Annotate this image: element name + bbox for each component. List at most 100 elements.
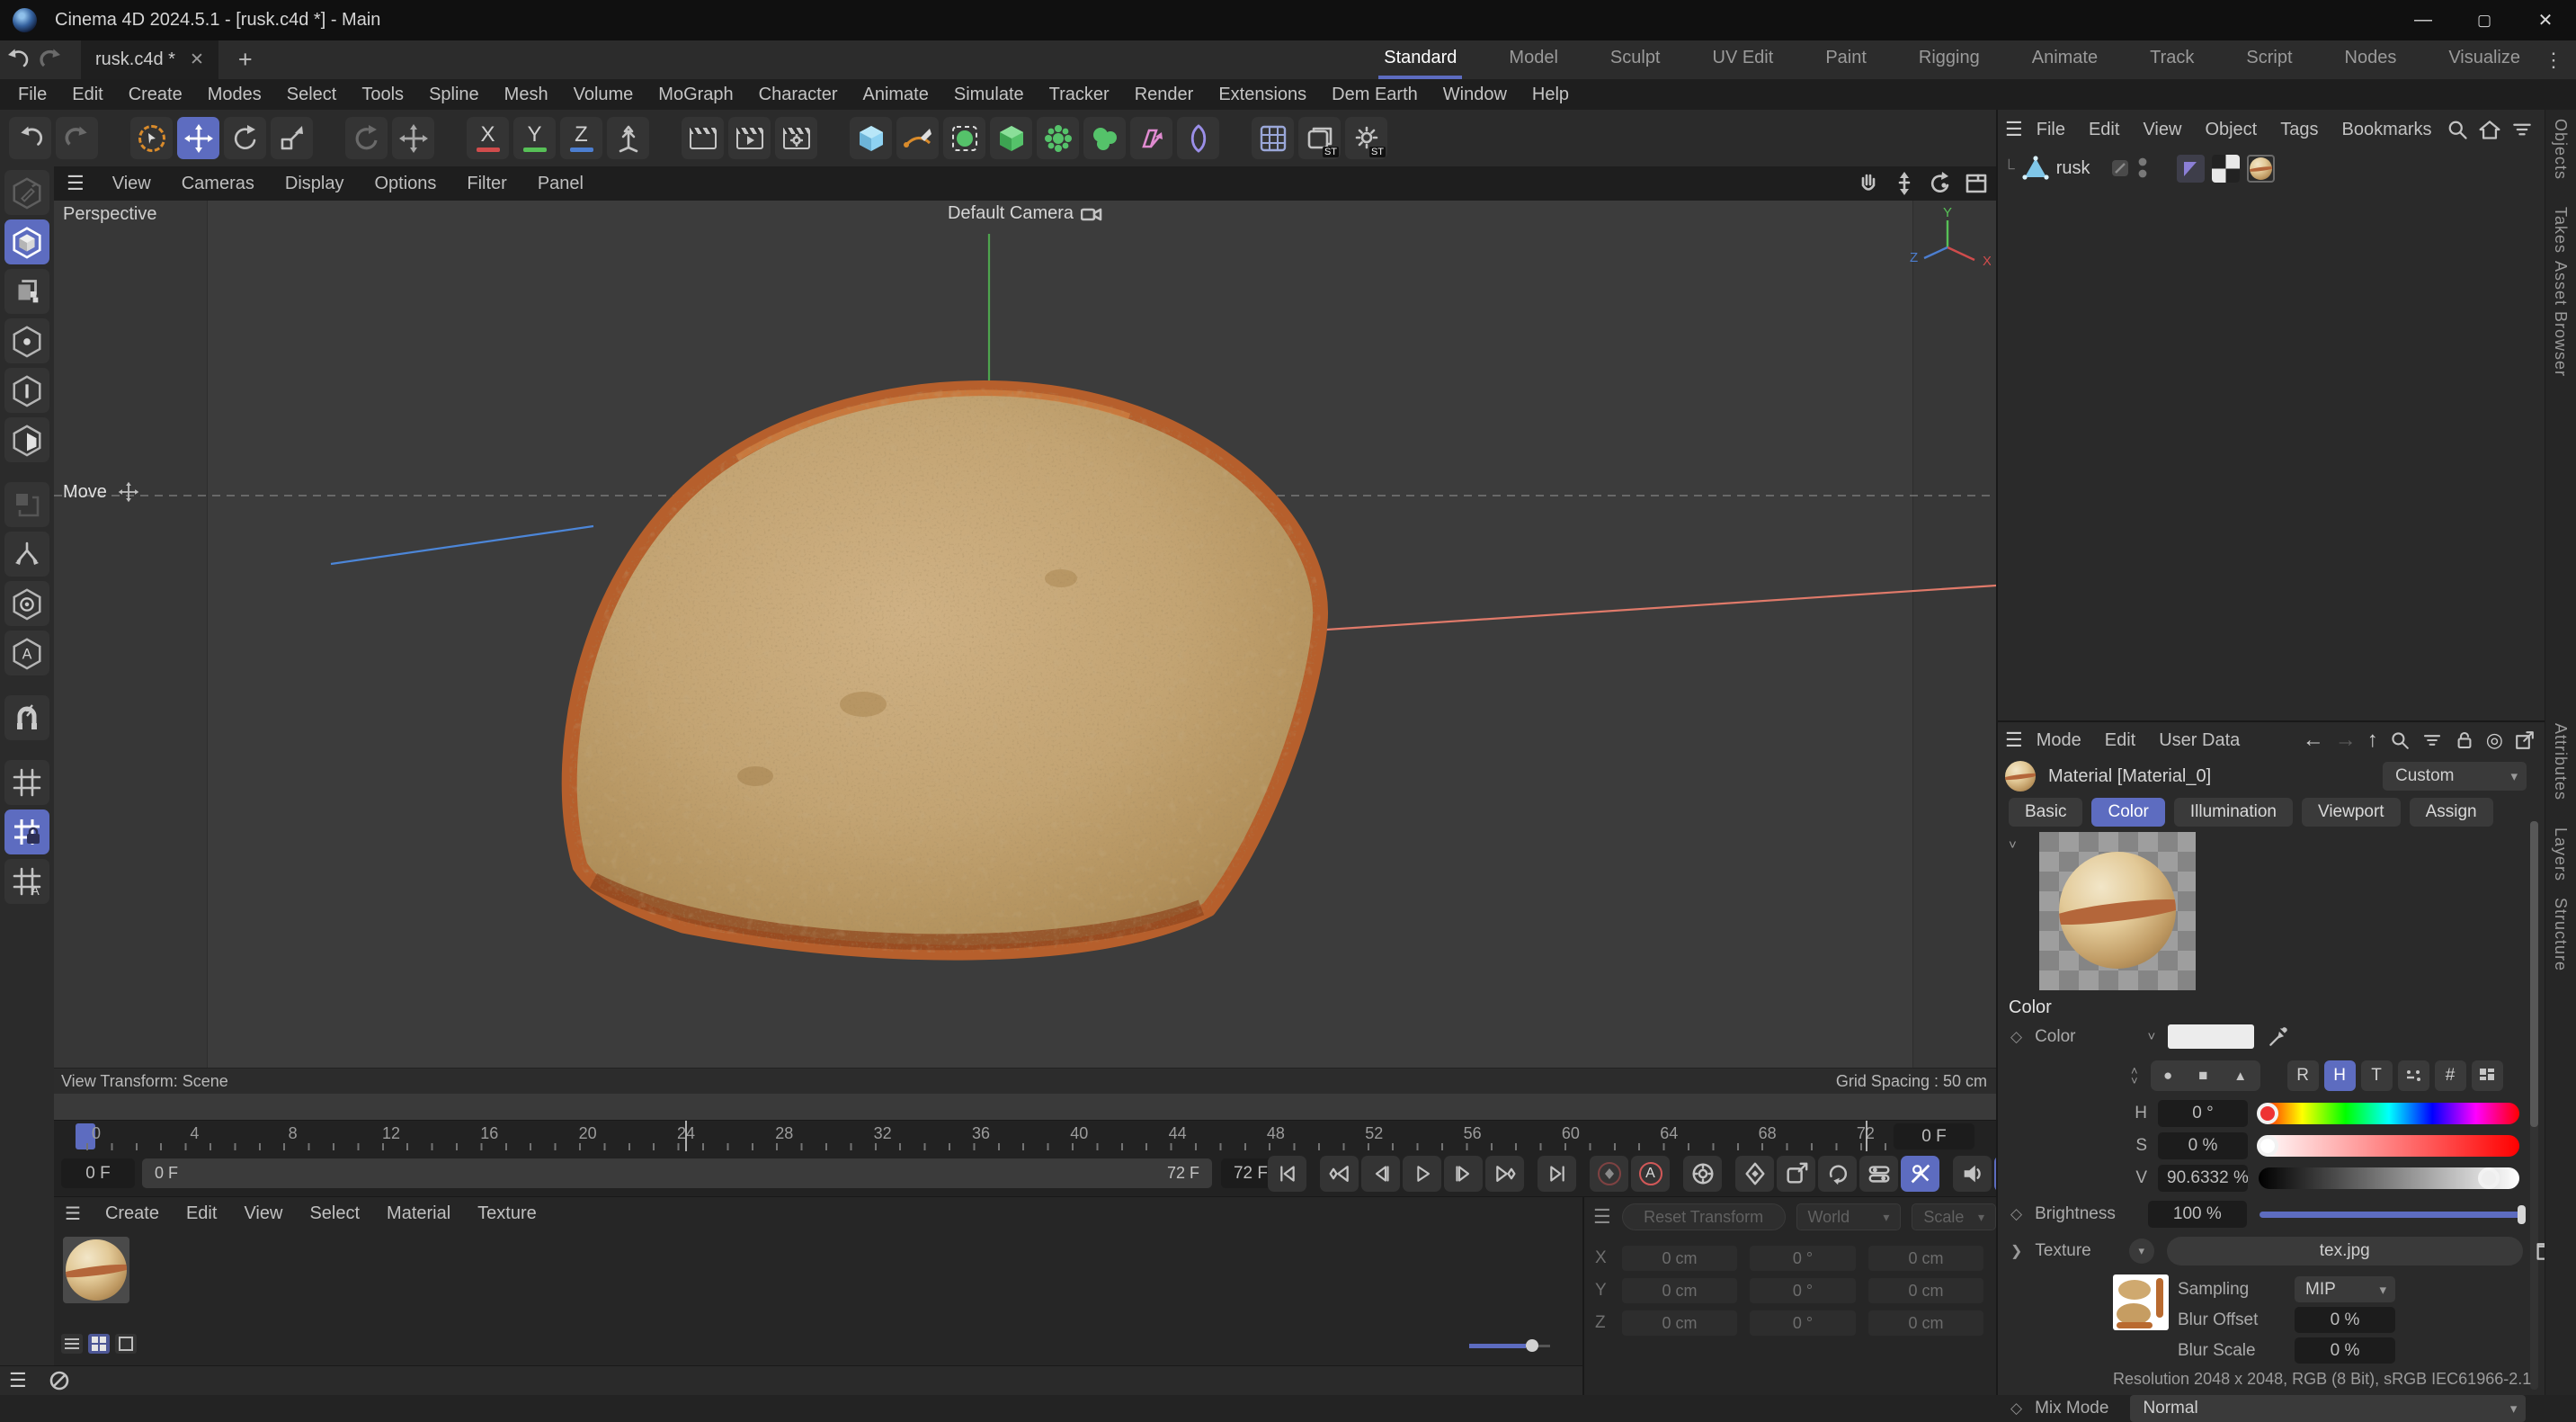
key-diamond-icon[interactable]: ◇ [2010, 1205, 2022, 1223]
play-button[interactable] [1403, 1156, 1441, 1192]
position-z-field[interactable]: 0 cm [1622, 1310, 1737, 1336]
viewport-menu-item[interactable]: Panel [522, 174, 599, 194]
hsv-mode-button[interactable]: H [2324, 1060, 2356, 1091]
key-interpolation-button[interactable] [1735, 1156, 1774, 1192]
material-thumbnail[interactable] [63, 1237, 129, 1303]
value-slider[interactable] [2259, 1167, 2519, 1189]
viewport-menu-icon[interactable]: ☰ [54, 172, 97, 195]
menu-item[interactable]: Simulate [941, 85, 1037, 105]
menu-item[interactable]: Window [1431, 85, 1520, 105]
material-channel-tab[interactable]: Illumination [2174, 798, 2293, 827]
material-menu-item[interactable]: View [230, 1203, 296, 1224]
brightness-slider[interactable] [2260, 1203, 2526, 1225]
autokey-button[interactable]: A [1631, 1156, 1670, 1192]
scale-tool[interactable] [271, 117, 313, 159]
key-diamond-icon[interactable]: ◇ [2010, 1028, 2022, 1046]
goto-start-button[interactable] [1268, 1156, 1306, 1192]
texture-tag-icon[interactable] [2247, 155, 2275, 183]
visibility-dots-icon[interactable] [2137, 157, 2148, 180]
material-menu-item[interactable]: Select [296, 1203, 373, 1224]
texture-file-field[interactable]: tex.jpg [2167, 1237, 2523, 1265]
keyframe-selection-settings-button[interactable] [1683, 1156, 1722, 1192]
layout-overflow-menu[interactable]: ⋮ [2544, 49, 2563, 72]
objects-menu-item[interactable]: File [2025, 120, 2077, 140]
side-tab-takes[interactable]: Takes [2551, 207, 2570, 254]
objects-menu-item[interactable]: Edit [2077, 120, 2131, 140]
material-menu-item[interactable]: Material [373, 1203, 464, 1224]
wheel-mode-icon[interactable]: ● [2163, 1067, 2172, 1085]
undo-button[interactable] [0, 44, 34, 76]
viewport-menu-item[interactable]: Options [359, 174, 451, 194]
goto-previous-frame-button[interactable] [1361, 1156, 1400, 1192]
layout-tab[interactable]: Rigging [1913, 40, 1985, 79]
parent-object-icon[interactable]: ↑ [2367, 728, 2378, 753]
keyframe-presets-button[interactable] [1777, 1156, 1815, 1192]
spectrum-mode-icon[interactable]: ▲ [2233, 1069, 2247, 1084]
history-back-icon[interactable]: ← [2303, 728, 2324, 753]
layout-tab[interactable]: Model [1503, 40, 1563, 79]
material-channel-tab[interactable]: Color [2091, 798, 2164, 827]
hex-mode-button[interactable]: # [2435, 1060, 2466, 1091]
model-mode-button[interactable] [4, 219, 49, 264]
editable-toggle-icon[interactable] [2110, 158, 2130, 178]
redo-button[interactable] [34, 44, 68, 76]
square-mode-icon[interactable]: ■ [2198, 1067, 2207, 1085]
layout-tab[interactable]: Paint [1820, 40, 1872, 79]
document-tab[interactable]: rusk.c4d * ✕ [81, 40, 218, 79]
attributes-menu-item[interactable]: User Data [2147, 730, 2251, 751]
side-tab-attributes[interactable]: Attributes [2551, 723, 2570, 800]
toggle-view-layout-icon[interactable] [1964, 171, 1989, 196]
move-tool[interactable] [177, 117, 219, 159]
eyedropper-icon[interactable] [2267, 1025, 2290, 1049]
texture-expand-chevron[interactable]: ❯ [2010, 1242, 2022, 1260]
goto-next-key-button[interactable] [1485, 1156, 1524, 1192]
objects-menu-item[interactable]: Tags [2268, 120, 2330, 140]
coordinate-space-dropdown[interactable]: World▾ [1796, 1203, 1902, 1230]
object-name[interactable]: rusk [2056, 158, 2090, 179]
attributes-menu-icon[interactable]: ☰ [2005, 729, 2023, 752]
viewport-menu-item[interactable]: Display [270, 174, 360, 194]
lock-x-axis-button[interactable]: X [467, 117, 509, 159]
rotation-y-field[interactable]: 0 ° [1750, 1278, 1856, 1303]
disable-keyframes-button[interactable] [1901, 1156, 1939, 1192]
live-selection-tool[interactable] [130, 117, 173, 159]
cycle-animation-button[interactable] [1818, 1156, 1857, 1192]
home-icon[interactable] [2478, 118, 2501, 141]
minimize-button[interactable]: — [2393, 0, 2454, 40]
render-settings-button[interactable] [775, 117, 817, 159]
uvw-tag-icon[interactable] [2212, 155, 2240, 183]
menu-item[interactable]: Dem Earth [1319, 85, 1431, 105]
position-x-field[interactable]: 0 cm [1622, 1246, 1737, 1271]
goto-previous-key-button[interactable] [1320, 1156, 1359, 1192]
camera-label[interactable]: Default Camera [54, 203, 1996, 224]
close-tab-icon[interactable]: ✕ [190, 49, 204, 70]
blur-scale-field[interactable]: 0 % [2295, 1337, 2395, 1364]
lock-z-axis-button[interactable]: Z [560, 117, 602, 159]
menu-item[interactable]: Modes [195, 85, 274, 105]
menu-item[interactable]: Spline [416, 85, 492, 105]
history-forward-icon[interactable]: → [2335, 728, 2357, 753]
object-row-rusk[interactable]: └ rusk [1998, 149, 2545, 187]
points-mode-button[interactable] [4, 318, 49, 363]
menu-item[interactable]: Render [1122, 85, 1207, 105]
blur-offset-field[interactable]: 0 % [2295, 1307, 2395, 1333]
side-tab-objects[interactable]: Objects [2551, 119, 2570, 180]
material-channel-tab[interactable]: Viewport [2302, 798, 2401, 827]
color-mode-shapes[interactable]: ● ■ ▲ [2151, 1060, 2260, 1091]
color-expand-chevron[interactable]: ˅ [2147, 1029, 2155, 1044]
add-volume-button[interactable] [1083, 117, 1126, 159]
lock-icon[interactable] [2454, 729, 2475, 751]
menu-item[interactable]: Character [746, 85, 851, 105]
rotation-z-field[interactable]: 0 ° [1750, 1310, 1856, 1336]
menu-item[interactable]: Edit [59, 85, 115, 105]
viewport-canvas[interactable]: Perspective Default Camera Move Y X Z Vi… [54, 201, 1996, 1094]
swatches-button[interactable] [2472, 1060, 2503, 1091]
frame-range-slider[interactable]: 0 F 72 F [142, 1158, 1212, 1188]
color-section-header[interactable]: Color [2009, 997, 2052, 1018]
object-x-axis-line[interactable] [1259, 586, 1996, 634]
add-mograph-button[interactable] [1130, 117, 1172, 159]
layout-tab[interactable]: Sculpt [1605, 40, 1666, 79]
render-picture-viewer-button[interactable] [728, 117, 771, 159]
axis-move-tool[interactable] [392, 117, 434, 159]
layout-tab[interactable]: Visualize [2443, 40, 2526, 79]
